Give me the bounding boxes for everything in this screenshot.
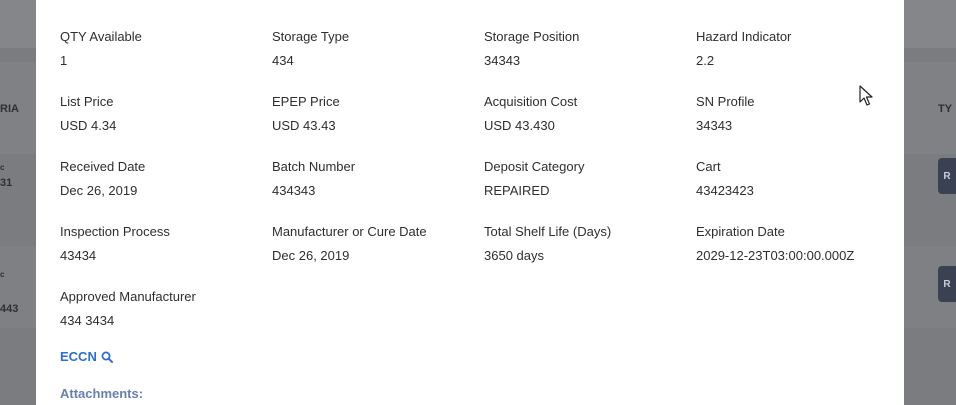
- detail-field: Received Date Dec 26, 2019: [60, 158, 272, 200]
- detail-field: Storage Position 34343: [484, 28, 696, 70]
- detail-field: List Price USD 4.34: [60, 93, 272, 135]
- background-column-header-right: TY: [938, 103, 953, 115]
- detail-field: Deposit Category REPAIRED: [484, 158, 696, 200]
- detail-field-value: REPAIRED: [484, 183, 550, 198]
- detail-field-value: 43434: [60, 248, 97, 263]
- background-row1-fragment: c: [0, 163, 5, 172]
- mouse-cursor-icon: [859, 85, 873, 106]
- detail-field: Expiration Date 2029-12-23T03:00:00.000Z: [696, 223, 904, 265]
- detail-field-label: Approved Manufacturer: [60, 289, 196, 304]
- detail-field-value: 34343: [696, 118, 733, 133]
- detail-field-label: EPEP Price: [272, 94, 340, 109]
- detail-field-value: 2.2: [696, 53, 715, 68]
- detail-field-label: Expiration Date: [696, 224, 785, 239]
- detail-field: QTY Available 1: [60, 28, 272, 70]
- details-grid: QTY Available 1 Storage Type 434 Storage Pos…: [60, 28, 904, 330]
- detail-field-value: 434 3434: [60, 313, 115, 328]
- detail-field-label: Cart: [696, 159, 721, 174]
- background-column-header-left: RIA: [0, 103, 19, 115]
- background-row-button[interactable]: R: [938, 266, 956, 302]
- detail-field-label: Inspection Process: [60, 224, 170, 239]
- background-row1-fragment: 31: [0, 177, 13, 189]
- detail-field-label: Received Date: [60, 159, 146, 174]
- detail-field-label: Storage Position: [484, 29, 580, 44]
- detail-field: Inspection Process 43434: [60, 223, 272, 265]
- detail-field: Approved Manufacturer 434 3434: [60, 288, 272, 330]
- detail-field: Cart 43423423: [696, 158, 904, 200]
- detail-field-label: List Price: [60, 94, 114, 109]
- detail-field-value: 3650 days: [484, 248, 544, 263]
- detail-field-label: Acquisition Cost: [484, 94, 578, 109]
- detail-field: Manufacturer or Cure Date Dec 26, 2019: [272, 223, 484, 265]
- detail-field: Storage Type 434: [272, 28, 484, 70]
- detail-field-value: Dec 26, 2019: [272, 248, 350, 263]
- background-row2-fragment: 443: [0, 303, 19, 315]
- detail-field-value: Dec 26, 2019: [60, 183, 138, 198]
- detail-field-value: 34343: [484, 53, 521, 68]
- eccn-link[interactable]: ECCN: [60, 349, 113, 364]
- detail-field: EPEP Price USD 43.43: [272, 93, 484, 135]
- detail-field: Batch Number 434343: [272, 158, 484, 200]
- detail-field-label: Manufacturer or Cure Date: [272, 224, 427, 239]
- eccn-link-label: ECCN: [60, 349, 97, 364]
- item-details-modal: QTY Available 1 Storage Type 434 Storage Pos…: [36, 0, 904, 405]
- detail-field-label: Deposit Category: [484, 159, 585, 174]
- background-row-button[interactable]: R: [938, 158, 956, 194]
- detail-field-value: 43423423: [696, 183, 754, 198]
- detail-field: Total Shelf Life (Days) 3650 days: [484, 223, 696, 265]
- detail-field-value: USD 43.43: [272, 118, 336, 133]
- detail-field-label: Batch Number: [272, 159, 356, 174]
- search-icon: [101, 351, 113, 363]
- detail-field-value: 434343: [272, 183, 316, 198]
- detail-field-value: USD 4.34: [60, 118, 117, 133]
- attachments-heading: Attachments:: [60, 386, 144, 401]
- detail-field-label: Total Shelf Life (Days): [484, 224, 612, 239]
- detail-field-label: Hazard Indicator: [696, 29, 792, 44]
- detail-field: Hazard Indicator 2.2: [696, 28, 904, 70]
- background-row2-fragment: c: [0, 270, 5, 279]
- detail-field-value: USD 43.430: [484, 118, 555, 133]
- detail-field: Acquisition Cost USD 43.430: [484, 93, 696, 135]
- detail-field-value: 434: [272, 53, 294, 68]
- detail-field-label: Storage Type: [272, 29, 350, 44]
- detail-field-value: 1: [60, 53, 68, 68]
- detail-field-label: QTY Available: [60, 29, 142, 44]
- detail-field-value: 2029-12-23T03:00:00.000Z: [696, 248, 855, 263]
